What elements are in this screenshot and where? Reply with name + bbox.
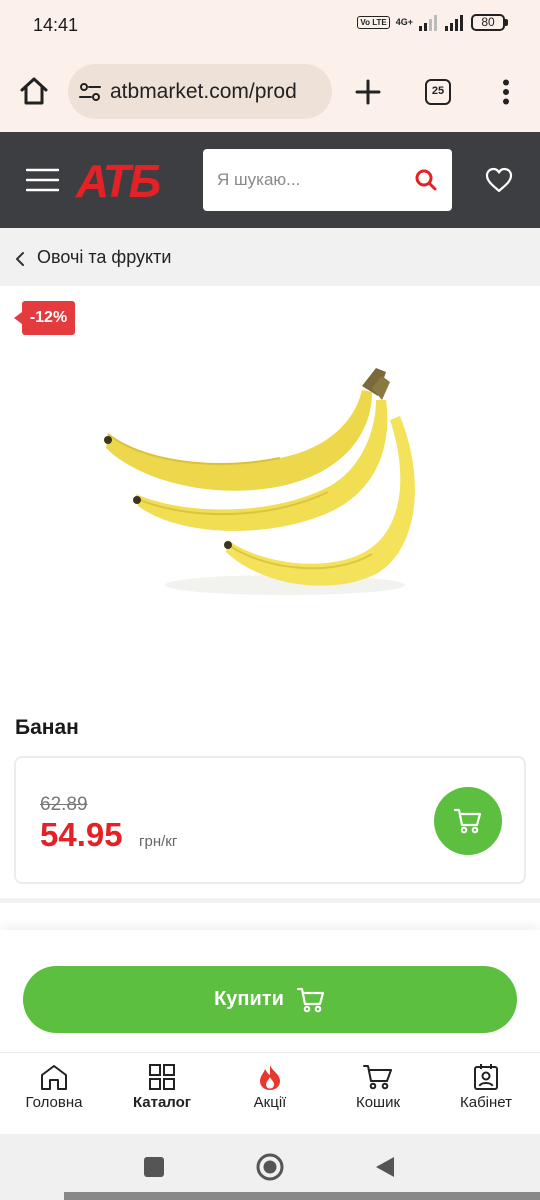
signal-icon xyxy=(419,14,437,31)
nav-label-home: Головна xyxy=(25,1094,83,1111)
nav-label-account: Кабінет xyxy=(459,1094,512,1111)
status-bar: 14:41 Vo LTE 4G+ 80 xyxy=(0,0,540,52)
volte-icon: Vo LTE xyxy=(357,16,390,29)
price-card: 62.89 54.95 грн/кг xyxy=(14,756,526,884)
back-triangle-icon[interactable] xyxy=(374,1155,396,1179)
search-icon[interactable] xyxy=(415,169,437,191)
new-tab-plus-icon[interactable] xyxy=(355,79,381,105)
product-title: Банан xyxy=(15,716,79,739)
bottom-nav: Головна Каталог Акції Кошик Кабінет xyxy=(0,1052,540,1134)
site-header: АТБ xyxy=(0,132,540,228)
account-icon xyxy=(474,1064,498,1090)
nav-label-cart: Кошик xyxy=(355,1094,401,1111)
breadcrumb-label[interactable]: Овочі та фрукти xyxy=(37,247,171,268)
buy-panel: Купити xyxy=(0,930,540,1052)
favorites-heart-icon[interactable] xyxy=(485,167,513,193)
network-type: 4G+ xyxy=(395,17,413,27)
nav-item-promotions[interactable]: Акції xyxy=(216,1063,324,1111)
status-icons: Vo LTE 4G+ 80 xyxy=(357,14,508,31)
buy-button[interactable]: Купити xyxy=(23,966,517,1033)
chevron-left-icon xyxy=(16,252,24,266)
atb-logo[interactable]: АТБ xyxy=(76,156,161,206)
grid-icon xyxy=(149,1064,175,1090)
home-icon[interactable] xyxy=(19,76,49,106)
current-price: 54.95 xyxy=(40,816,123,853)
nav-label-promotions: Акції xyxy=(253,1094,287,1111)
section-divider xyxy=(0,898,540,903)
add-to-cart-button[interactable] xyxy=(434,787,502,855)
old-price: 62.89 xyxy=(40,794,88,815)
battery-level: 80 xyxy=(471,14,505,31)
fire-icon xyxy=(260,1065,280,1090)
product-image-banana xyxy=(104,368,415,595)
nav-item-account[interactable]: Кабінет xyxy=(432,1063,540,1111)
discount-badge: -12% xyxy=(22,301,75,335)
price-unit: грн/кг xyxy=(139,833,178,850)
tabs-counter-button[interactable]: 25 xyxy=(425,79,451,105)
signal-icon-2 xyxy=(445,14,463,31)
more-vert-icon[interactable] xyxy=(500,79,512,105)
status-time: 14:41 xyxy=(33,15,79,35)
battery-icon: 80 xyxy=(471,14,508,31)
search-box xyxy=(203,149,452,211)
home-icon xyxy=(41,1065,67,1090)
cart-icon xyxy=(296,987,324,1012)
system-nav-bar xyxy=(0,1134,540,1200)
hamburger-menu-icon[interactable] xyxy=(26,168,59,192)
address-bar[interactable]: atbmarket.com/prod xyxy=(68,64,332,119)
nav-item-cart[interactable]: Кошик xyxy=(324,1063,432,1111)
search-input[interactable] xyxy=(217,149,407,211)
gesture-handle xyxy=(64,1192,540,1200)
browser-toolbar: atbmarket.com/prod 25 xyxy=(0,52,540,132)
discount-badge-notch xyxy=(14,312,22,324)
nav-item-catalog[interactable]: Каталог xyxy=(108,1063,216,1111)
buy-button-label: Купити xyxy=(214,988,284,1010)
home-circle-icon[interactable] xyxy=(256,1153,284,1181)
cart-icon xyxy=(363,1065,392,1090)
cart-icon xyxy=(453,808,482,834)
nav-item-home[interactable]: Головна xyxy=(0,1063,108,1111)
url-text[interactable]: atbmarket.com/prod xyxy=(110,80,297,104)
breadcrumb[interactable]: Овочі та фрукти xyxy=(0,228,540,286)
site-settings-icon[interactable] xyxy=(78,80,102,104)
nav-label-catalog: Каталог xyxy=(132,1094,192,1111)
recent-apps-icon[interactable] xyxy=(144,1157,164,1177)
